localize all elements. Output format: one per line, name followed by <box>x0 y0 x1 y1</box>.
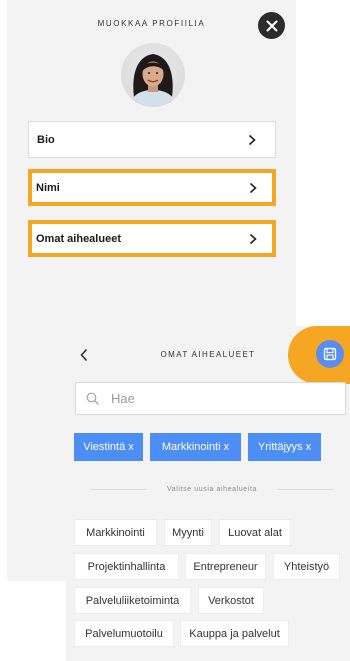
avatar[interactable] <box>121 43 185 107</box>
topic-chip[interactable]: Yhteistyö <box>273 553 340 580</box>
avatar-photo <box>129 54 177 107</box>
save-button[interactable] <box>316 340 344 368</box>
topic-chip[interactable]: Entrepreneur <box>185 553 266 580</box>
menu-item-name[interactable]: Nimi <box>28 169 276 206</box>
selected-topic-tag[interactable]: Viestintä x <box>74 433 143 461</box>
search-input[interactable] <box>111 391 331 406</box>
topic-chip[interactable]: Projektinhallinta <box>74 553 179 580</box>
menu-item-bio[interactable]: Bio <box>28 121 276 158</box>
close-button[interactable] <box>258 12 285 39</box>
topic-chip[interactable]: Palveluliiketoiminta <box>74 587 191 614</box>
chevron-right-icon <box>247 182 259 194</box>
topics-panel: OMAT AIHEALUEET Viestintä x Markkinointi… <box>66 326 350 661</box>
page-title: MUOKKAA PROFIILIA <box>97 19 206 28</box>
section-title: OMAT AIHEALUEET <box>160 350 256 359</box>
menu-item-label: Nimi <box>36 181 60 194</box>
topic-chip[interactable]: Verkostot <box>198 587 264 614</box>
menu-item-label: Bio <box>37 133 55 146</box>
menu-item-label: Omat aihealueet <box>36 232 121 245</box>
topic-chip[interactable]: Markkinointi <box>74 519 157 546</box>
save-icon <box>323 347 337 361</box>
divider-label: Valitse uusia aihealueita <box>167 486 257 493</box>
search-box[interactable] <box>75 382 346 415</box>
topic-chip[interactable]: Luovat alat <box>219 519 291 546</box>
menu-item-topics[interactable]: Omat aihealueet <box>28 220 276 257</box>
search-icon <box>86 392 99 405</box>
topic-chip[interactable]: Myynti <box>164 519 212 546</box>
divider-line <box>277 489 335 490</box>
topic-chip[interactable]: Kauppa ja palvelut <box>180 620 289 647</box>
topic-chip[interactable]: Palvelumuotoilu <box>74 620 174 647</box>
chevron-right-icon <box>247 233 259 245</box>
selected-topic-tag[interactable]: Yrittäjyys x <box>248 433 321 461</box>
close-icon <box>266 20 277 31</box>
chevron-right-icon <box>246 134 258 146</box>
divider: Valitse uusia aihealueita <box>90 486 335 493</box>
divider-line <box>90 489 148 490</box>
selected-topic-tag[interactable]: Markkinointi x <box>150 433 241 461</box>
